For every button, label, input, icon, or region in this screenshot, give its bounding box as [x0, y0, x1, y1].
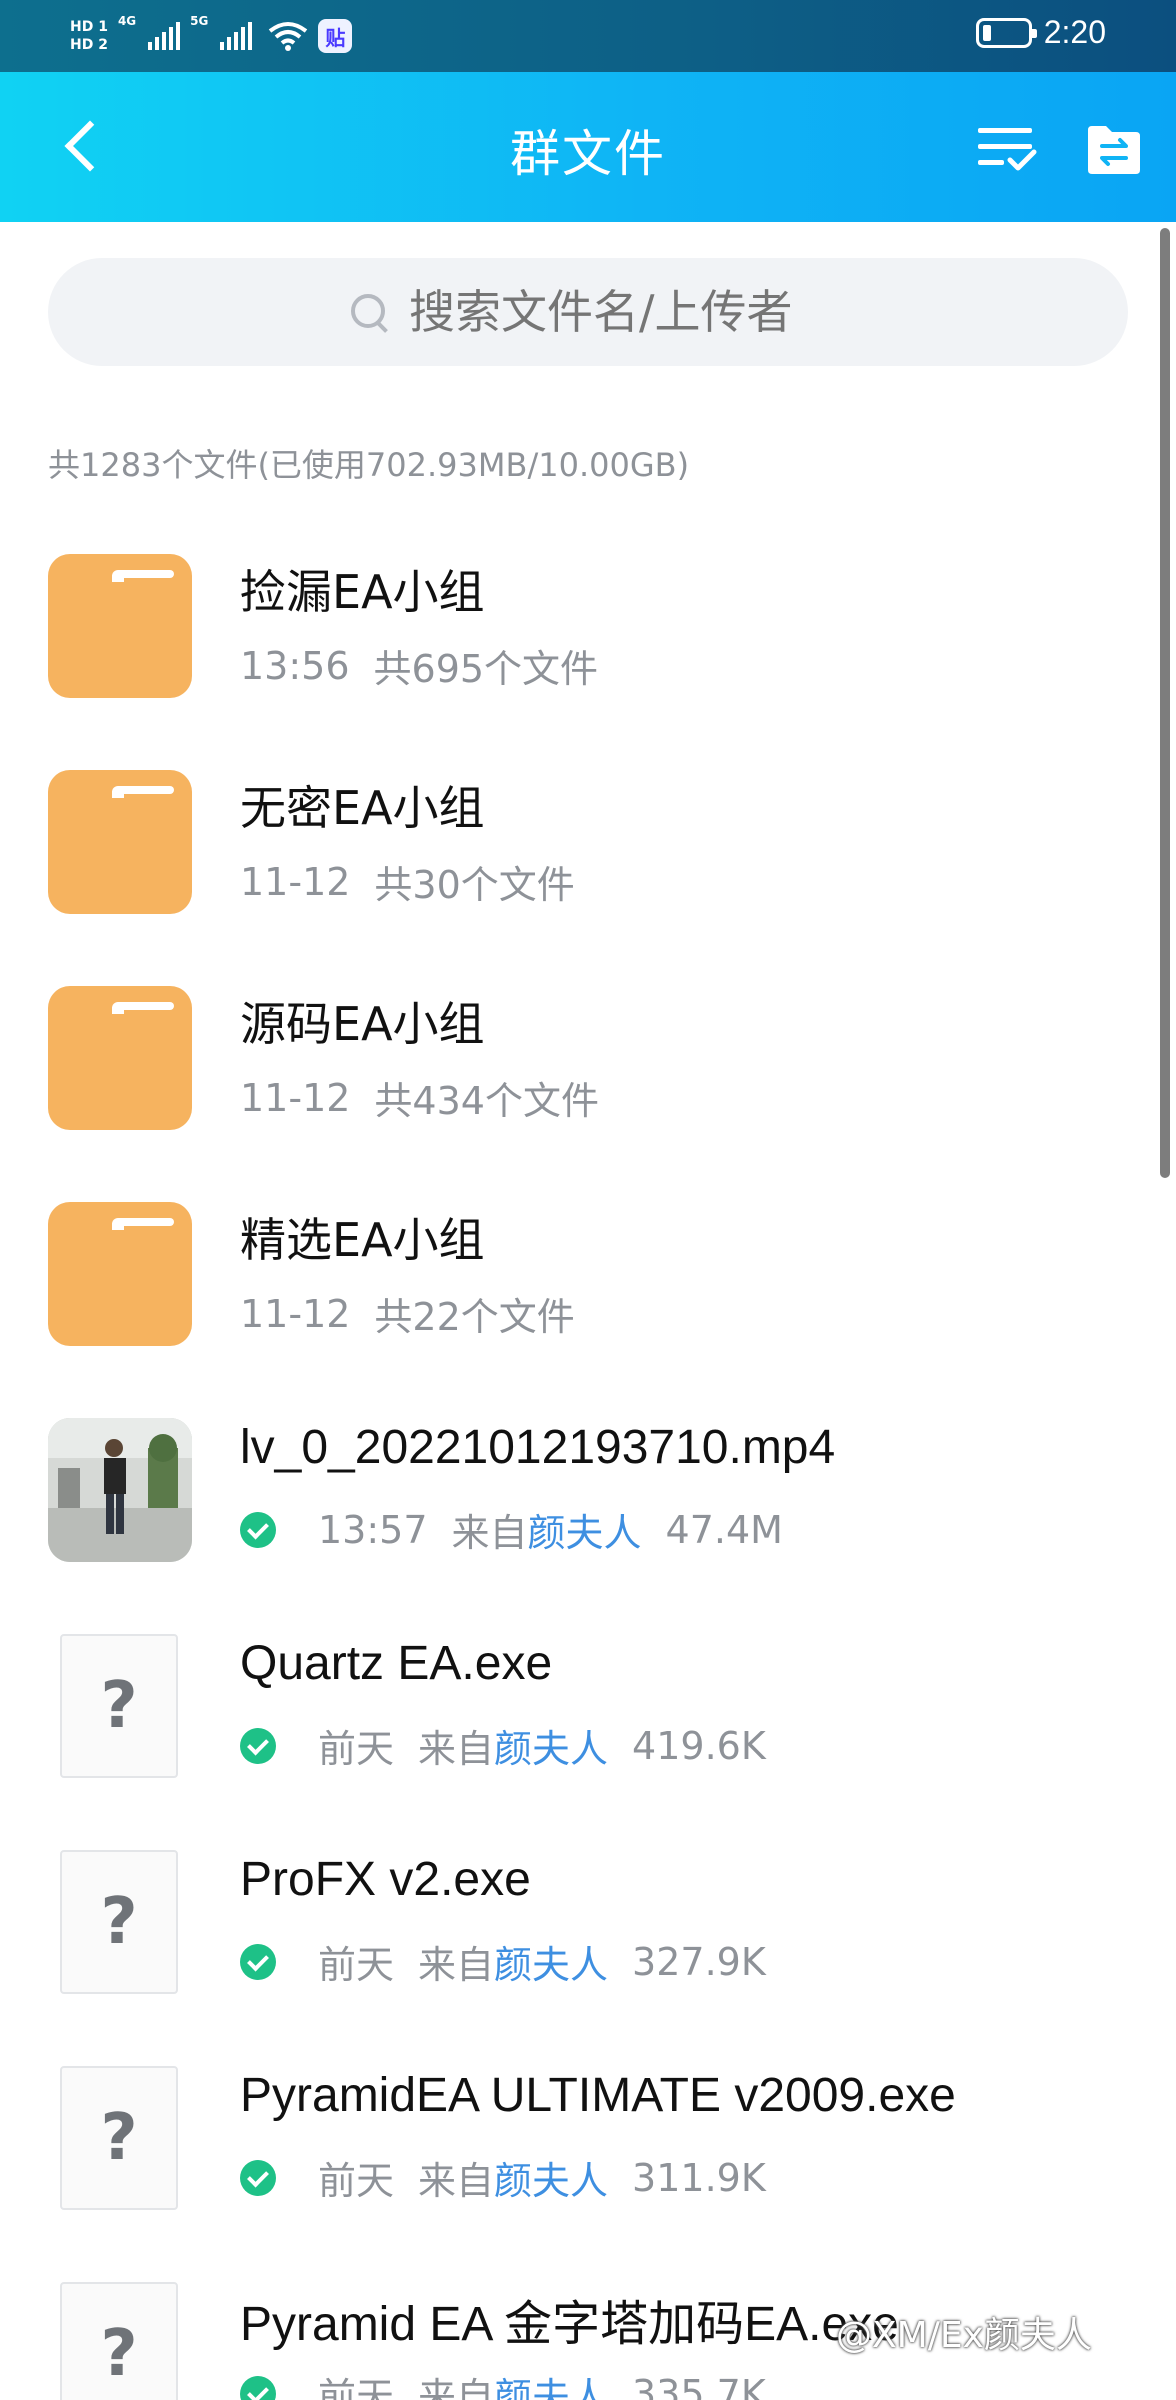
uploader-link[interactable]: 颜夫人 [494, 1934, 608, 1989]
check-icon [240, 1511, 276, 1548]
check-icon [240, 2375, 276, 2400]
from-label: 来自 [418, 2375, 495, 2400]
file-time: 前天 [318, 1943, 395, 1987]
file-item[interactable]: ? Quartz EA.exe 前天 来自 颜夫人 419.6K [0, 1618, 1150, 1834]
file-name: lv_0_20221012193710.mp4 [240, 1421, 836, 1474]
folder-item[interactable]: 精选EA小组 11-12 共22个文件 [0, 1186, 1150, 1402]
file-item[interactable]: lv_0_20221012193710.mp4 13:57 来自 颜夫人 47.… [0, 1402, 1150, 1618]
search-icon [347, 290, 391, 334]
from-label: 来自 [418, 1727, 495, 1771]
folder-item[interactable]: 捡漏EA小组 13:56 共695个文件 [0, 538, 1150, 754]
file-size: 311.9K [632, 2155, 766, 2200]
file-name: PyramidEA ULTIMATE v2009.exe [240, 2069, 956, 2122]
transfer-folder-icon[interactable] [1086, 122, 1142, 176]
file-name: Pyramid EA 金字塔加码EA.exe [240, 2298, 899, 2351]
unknown-file-icon: ? [60, 2066, 178, 2210]
from-label: 来自 [418, 1943, 495, 1987]
file-name: Quartz EA.exe [240, 1637, 553, 1690]
folder-time: 11-12 [240, 859, 351, 904]
file-size: 419.6K [632, 1723, 766, 1768]
folder-icon [48, 554, 192, 698]
folder-time: 11-12 [240, 1291, 351, 1336]
multi-select-icon[interactable] [972, 116, 1038, 180]
file-item[interactable]: ? PyramidEA ULTIMATE v2009.exe 前天 来自 颜夫人… [0, 2050, 1150, 2266]
network-type-2: 5G [190, 14, 209, 28]
folder-name: 捡漏EA小组 [240, 565, 485, 619]
file-time: 13:57 [318, 1507, 428, 1552]
folder-icon [48, 770, 192, 914]
folder-item[interactable]: 源码EA小组 11-12 共434个文件 [0, 970, 1150, 1186]
file-meta: 前天 来自 颜夫人 311.9K [240, 2150, 766, 2205]
scrollbar[interactable] [1160, 228, 1170, 1178]
file-meta: 前天 来自 颜夫人 335.7K [240, 2366, 766, 2400]
status-left: HD 1 HD 2 4G 5G 贴 [70, 6, 353, 66]
file-time: 前天 [318, 2375, 395, 2400]
uploader-link[interactable]: 颜夫人 [528, 1502, 642, 1557]
folder-item[interactable]: 无密EA小组 11-12 共30个文件 [0, 754, 1150, 970]
check-icon [240, 1943, 276, 1980]
file-size: 335.7K [632, 2371, 766, 2400]
hd1-label: HD 1 [70, 19, 108, 35]
unknown-file-icon: ? [60, 1634, 178, 1778]
hd-indicator: HD 1 HD 2 [70, 20, 108, 52]
status-bar: HD 1 HD 2 4G 5G 贴 2:20 [0, 0, 1176, 72]
uploader-link[interactable]: 颜夫人 [494, 2150, 608, 2205]
folder-meta: 13:56 共695个文件 [240, 638, 598, 693]
folder-time: 11-12 [240, 1075, 351, 1120]
hd2-label: HD 2 [70, 37, 108, 53]
folder-count: 共22个文件 [374, 1295, 575, 1339]
clock: 2:20 [1043, 14, 1106, 50]
folder-meta: 11-12 共30个文件 [240, 854, 575, 909]
search-input[interactable] [409, 285, 829, 339]
video-thumbnail [48, 1418, 192, 1562]
file-meta: 前天 来自 颜夫人 327.9K [240, 1934, 766, 1989]
network-type-1: 4G [117, 14, 137, 28]
from-label: 来自 [418, 2159, 495, 2203]
file-name: ProFX v2.exe [240, 1853, 531, 1906]
folder-count: 共434个文件 [374, 1079, 599, 1123]
uploader-link[interactable]: 颜夫人 [494, 1718, 608, 1773]
folder-name: 无密EA小组 [240, 781, 485, 835]
check-icon [240, 1727, 276, 1764]
notification-app-icon: 贴 [318, 19, 353, 53]
file-time: 前天 [318, 1727, 395, 1771]
file-list: 捡漏EA小组 13:56 共695个文件 无密EA小组 11-12 共30个文件… [0, 538, 1150, 2400]
search-bar[interactable] [48, 258, 1128, 366]
folder-count: 共30个文件 [374, 863, 575, 907]
watermark: @XM/Ex颜夫人 [836, 2315, 1092, 2356]
signal-icon [148, 22, 181, 50]
unknown-file-icon: ? [60, 1850, 178, 1994]
signal-icon-2 [220, 22, 253, 50]
unknown-file-icon: ? [60, 2282, 178, 2400]
check-icon [240, 2159, 276, 2196]
file-item[interactable]: ? ProFX v2.exe 前天 来自 颜夫人 327.9K [0, 1834, 1150, 2050]
app-header: 群文件 [0, 72, 1176, 222]
folder-name: 源码EA小组 [240, 997, 485, 1051]
from-label: 来自 [451, 1511, 528, 1555]
file-size: 327.9K [632, 1939, 766, 1984]
file-meta: 前天 来自 颜夫人 419.6K [240, 1718, 766, 1773]
storage-summary: 共1283个文件(已使用702.93MB/10.00GB) [48, 446, 690, 484]
status-right: 2:20 [975, 14, 1106, 51]
file-size: 47.4M [665, 1507, 783, 1552]
uploader-link[interactable]: 颜夫人 [494, 2366, 608, 2400]
file-meta: 13:57 来自 颜夫人 47.4M [240, 1502, 783, 1557]
folder-name: 精选EA小组 [240, 1213, 485, 1267]
battery-icon [975, 17, 1037, 48]
folder-meta: 11-12 共22个文件 [240, 1286, 575, 1341]
wifi-icon [269, 22, 308, 51]
folder-icon [48, 986, 192, 1130]
folder-icon [48, 1202, 192, 1346]
folder-meta: 11-12 共434个文件 [240, 1070, 599, 1125]
folder-time: 13:56 [240, 643, 350, 688]
folder-count: 共695个文件 [373, 647, 599, 691]
file-time: 前天 [318, 2159, 395, 2203]
